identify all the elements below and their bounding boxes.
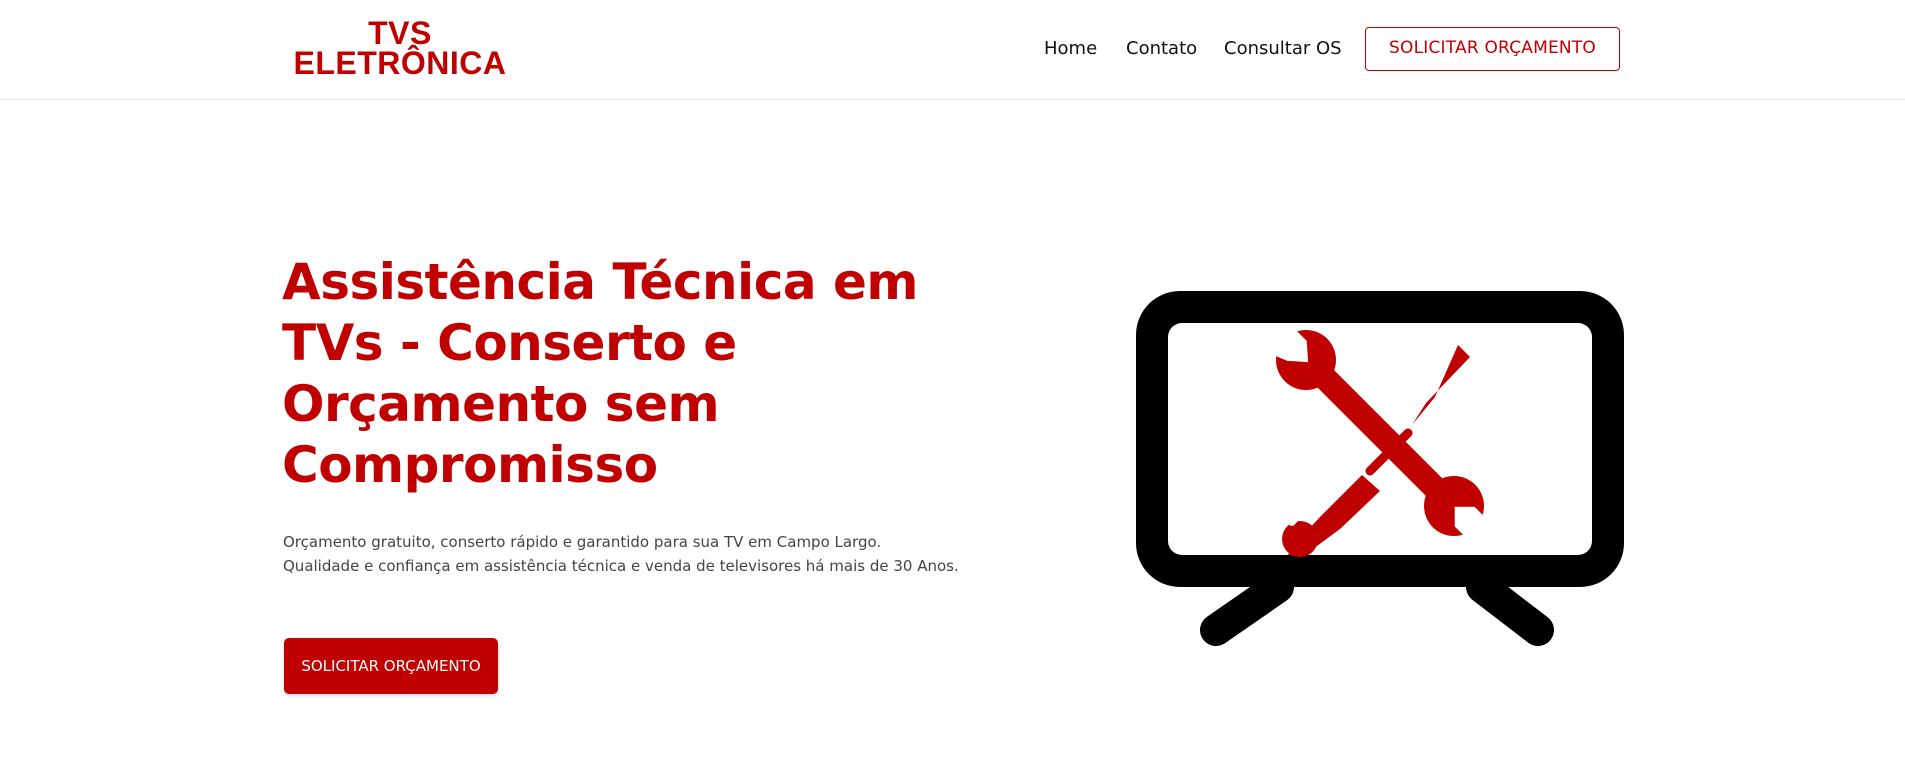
hero-request-quote-button[interactable]: SOLICITAR ORÇAMENTO [284,638,498,694]
logo[interactable]: TVS ELETRÔNICA [282,15,518,81]
logo-line-1: TVS [368,15,432,51]
nav-home[interactable]: Home [1044,38,1097,59]
nav-consultar-os[interactable]: Consultar OS [1224,38,1342,59]
tv-repair-icon [1136,291,1624,646]
nav-contato[interactable]: Contato [1126,38,1197,59]
hero-text-line-2: Qualidade e confiança em assistência téc… [283,557,959,575]
logo-line-2: ELETRÔNICA [293,45,507,81]
site-header: TVS ELETRÔNICA Home Contato Consultar OS… [0,0,1905,100]
hero-title: Assistência Técnica em TVs - Conserto e … [282,253,919,494]
hero-description: Orçamento gratuito, conserto rápido e ga… [283,530,1003,578]
hero-text-line-1: Orçamento gratuito, conserto rápido e ga… [283,533,882,551]
header-request-quote-button[interactable]: SOLICITAR ORÇAMENTO [1365,27,1620,71]
